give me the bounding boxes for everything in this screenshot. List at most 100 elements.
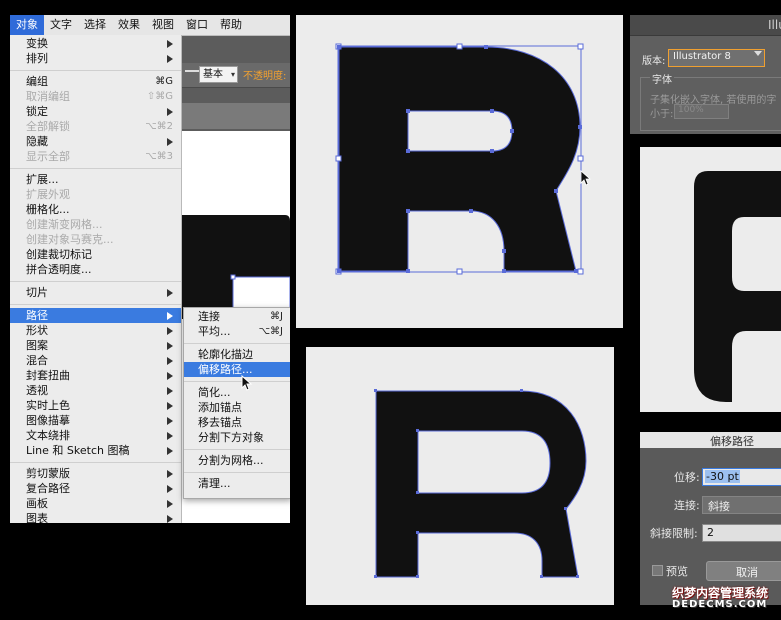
menu-item-split-into-grid[interactable]: 分割为网格... [184, 453, 290, 468]
menu-item-simplify[interactable]: 简化... [184, 385, 290, 400]
glyph-r-outer[interactable] [339, 47, 580, 271]
save-options-dialog: Illu 版本: Illustrator 8 字体 子集化嵌入字体, 若使用的字… [630, 15, 781, 134]
glyph-r-offset-panel [306, 347, 614, 605]
glyph-r-counter [408, 111, 512, 151]
glyph-zoom-counter [732, 217, 781, 291]
menu-item-label: 创建裁切标记 [26, 248, 92, 261]
menu-item-slice[interactable]: 切片 [10, 285, 181, 300]
menu-item-label: 扩展外观 [26, 188, 70, 201]
version-select[interactable]: Illustrator 8 [668, 49, 765, 67]
stroke-profile-value: 基本 [203, 69, 223, 80]
chevron-down-icon: ▾ [230, 70, 235, 79]
font-threshold-value: 100% [678, 105, 704, 115]
menu-divider [10, 70, 181, 71]
submenu-arrow-icon [167, 108, 173, 116]
menu-item-lock[interactable]: 锁定 [10, 104, 181, 119]
menu-item-label: 移去锚点 [198, 416, 242, 429]
menu-item-outline-stroke[interactable]: 轮廓化描边 [184, 347, 290, 362]
menubar-type[interactable]: 文字 [44, 15, 78, 35]
menu-item-text-wrap[interactable]: 文本绕排 [10, 428, 181, 443]
menu-item-label: 平均... [198, 325, 231, 338]
cancel-button[interactable]: 取消 [706, 561, 781, 581]
menu-item-artboards[interactable]: 画板 [10, 496, 181, 511]
menu-item-show-all: 显示全部 ⌥⌘3 [10, 149, 181, 164]
stroke-profile-select[interactable]: 基本 ▾ [199, 66, 238, 83]
preview-label[interactable]: 预览 [666, 563, 688, 579]
menu-shortcut: ⌘G [155, 76, 173, 87]
menubar-select[interactable]: 选择 [78, 15, 112, 35]
offset-input[interactable]: -30 pt [702, 468, 781, 486]
glyph-r-offset-counter [417, 430, 551, 494]
menu-item-group[interactable]: 编组 ⌘G [10, 74, 181, 89]
menu-shortcut: ⌥⌘2 [145, 121, 173, 132]
watermark-url: DEDECMS.COM [672, 599, 768, 610]
menubar-effect[interactable]: 效果 [112, 15, 146, 35]
font-threshold-input: 100% [674, 104, 729, 119]
menubar-help[interactable]: 帮助 [214, 15, 248, 35]
glyph-zoom-artwork [694, 171, 781, 402]
menu-item-blend[interactable]: 混合 [10, 353, 181, 368]
dialog-title-bar: Illu [630, 15, 781, 36]
menu-item-label: 形状 [26, 324, 48, 337]
menu-item-arrange[interactable]: 排列 [10, 51, 181, 66]
menu-item-label: 全部解锁 [26, 120, 70, 133]
submenu-arrow-icon [167, 470, 173, 478]
menu-item-offset-path[interactable]: 偏移路径... [184, 362, 290, 377]
menu-item-hide[interactable]: 隐藏 [10, 134, 181, 149]
menu-item-path[interactable]: 路径 [10, 308, 181, 323]
submenu-arrow-icon [167, 402, 173, 410]
menu-item-flatten-transparency[interactable]: 拼合透明度... [10, 262, 181, 277]
menu-divider [10, 304, 181, 305]
menu-item-expand[interactable]: 扩展... [10, 172, 181, 187]
menu-item-join[interactable]: 连接 ⌘J [184, 309, 290, 324]
submenu-arrow-icon [167, 417, 173, 425]
submenu-arrow-icon [167, 387, 173, 395]
menu-item-label: 图表 [26, 512, 48, 523]
version-select-value: Illustrator 8 [673, 51, 731, 62]
menu-item-add-anchor-points[interactable]: 添加锚点 [184, 400, 290, 415]
menubar-object[interactable]: 对象 [10, 15, 44, 35]
watermark: 织梦内容管理系统 DEDECMS.COM [672, 584, 778, 614]
menu-divider [184, 343, 290, 344]
menu-item-image-trace[interactable]: 图像描摹 [10, 413, 181, 428]
menu-divider [10, 462, 181, 463]
menu-item-pattern[interactable]: 图案 [10, 338, 181, 353]
menu-item-live-paint[interactable]: 实时上色 [10, 398, 181, 413]
menu-item-divide-objects-below[interactable]: 分割下方对象 [184, 430, 290, 445]
submenu-arrow-icon [167, 357, 173, 365]
submenu-arrow-icon [167, 515, 173, 523]
menu-item-clipping-mask[interactable]: 剪切蒙版 [10, 466, 181, 481]
menu-item-average[interactable]: 平均... ⌥⌘J [184, 324, 290, 339]
submenu-arrow-icon [167, 327, 173, 335]
menu-item-label: 锁定 [26, 105, 48, 118]
opacity-label[interactable]: 不透明度: [243, 67, 286, 82]
menu-item-rasterize[interactable]: 栅格化... [10, 202, 181, 217]
menubar-window[interactable]: 窗口 [180, 15, 214, 35]
menu-item-clean-up[interactable]: 清理... [184, 476, 290, 491]
menu-item-perspective[interactable]: 透视 [10, 383, 181, 398]
glyph-r-selected-panel [296, 15, 623, 328]
menu-item-remove-anchor-points[interactable]: 移去锚点 [184, 415, 290, 430]
submenu-arrow-icon [167, 138, 173, 146]
menu-item-envelope-distort[interactable]: 封套扭曲 [10, 368, 181, 383]
menu-item-label: 变换 [26, 37, 48, 50]
miter-limit-input[interactable]: 2 [702, 524, 781, 542]
preview-checkbox[interactable] [652, 565, 663, 576]
menu-item-label: 分割下方对象 [198, 431, 264, 444]
anchor-point[interactable] [230, 274, 236, 280]
offset-path-dialog: 偏移路径 位移: -30 pt 连接: 斜接 斜接限制: 2 预览 取消 [640, 432, 781, 605]
path-submenu: 连接 ⌘J 平均... ⌥⌘J 轮廓化描边 偏移路径... 简化... 添加锚点 移… [183, 307, 290, 499]
menu-shortcut: ⌘J [270, 311, 283, 322]
join-select[interactable]: 斜接 [702, 496, 781, 514]
menu-item-graph[interactable]: 图表 [10, 511, 181, 523]
menu-shortcut: ⇧⌘G [146, 91, 173, 102]
version-label: 版本: [642, 56, 666, 67]
submenu-arrow-icon [167, 432, 173, 440]
menu-item-crop-marks[interactable]: 创建裁切标记 [10, 247, 181, 262]
menu-item-shape[interactable]: 形状 [10, 323, 181, 338]
menu-item-label: 文本绕排 [26, 429, 70, 442]
menu-item-line-sketch[interactable]: Line 和 Sketch 图稿 [10, 443, 181, 458]
menu-item-compound-path[interactable]: 复合路径 [10, 481, 181, 496]
menu-item-transform[interactable]: 变换 [10, 36, 181, 51]
menubar-view[interactable]: 视图 [146, 15, 180, 35]
